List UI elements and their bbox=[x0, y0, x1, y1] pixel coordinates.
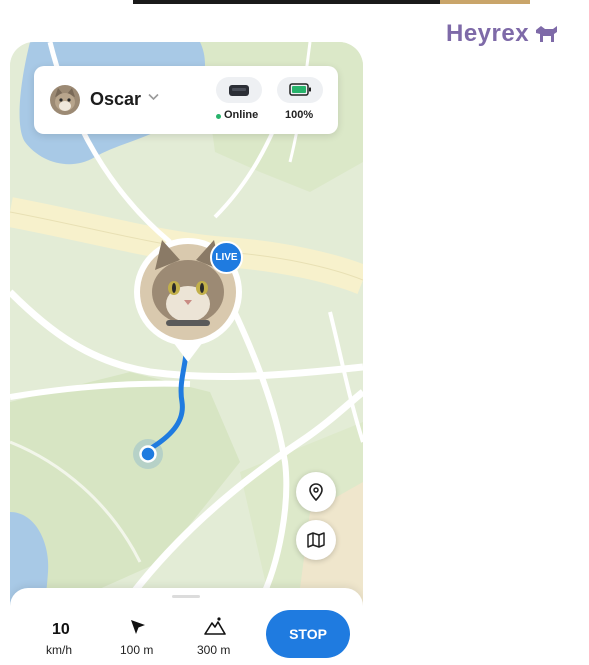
pet-status-card[interactable]: Oscar Online 100% bbox=[34, 66, 338, 134]
brand-logo: Heyrex bbox=[446, 20, 559, 48]
battery-icon bbox=[289, 83, 311, 96]
pet-name[interactable]: Oscar bbox=[90, 89, 141, 110]
map-view[interactable]: Oscar Online 100% LIVE 10 km/h 100 m 300… bbox=[10, 42, 363, 665]
speed-value: 10 bbox=[52, 621, 70, 638]
connection-status: Online bbox=[224, 109, 259, 121]
tracker-icon bbox=[229, 85, 249, 96]
brand-name: Heyrex bbox=[446, 20, 530, 47]
map-icon bbox=[307, 532, 325, 548]
dog-logo-icon bbox=[536, 26, 558, 42]
avatar bbox=[50, 85, 80, 115]
battery-level: 100% bbox=[285, 109, 314, 121]
locate-button[interactable] bbox=[296, 472, 336, 512]
top-image-strip bbox=[133, 0, 530, 4]
chevron-down-icon[interactable] bbox=[148, 93, 159, 101]
distance-value: 100 m bbox=[120, 643, 154, 657]
altitude-value: 300 m bbox=[197, 643, 231, 657]
live-badge: LIVE bbox=[210, 241, 243, 274]
tracking-stats-panel: 10 km/h 100 m 300 m STOP bbox=[10, 588, 363, 665]
map-layers-button[interactable] bbox=[296, 520, 336, 560]
mountain-icon bbox=[204, 617, 226, 635]
tracker-status-button[interactable] bbox=[216, 77, 262, 103]
speed-unit: km/h bbox=[46, 643, 73, 657]
drag-handle[interactable] bbox=[172, 595, 200, 598]
map-canvas[interactable] bbox=[10, 42, 363, 665]
location-pin-icon bbox=[309, 483, 323, 501]
stop-button[interactable]: STOP bbox=[266, 610, 350, 658]
navigation-arrow-icon bbox=[131, 620, 145, 634]
online-status-dot bbox=[216, 114, 221, 119]
battery-status-button[interactable] bbox=[277, 77, 323, 103]
